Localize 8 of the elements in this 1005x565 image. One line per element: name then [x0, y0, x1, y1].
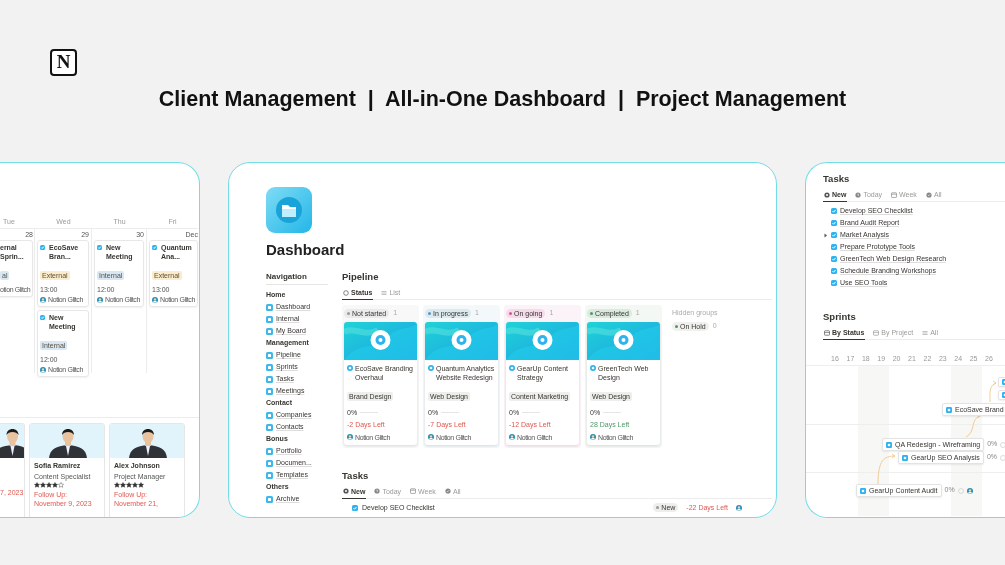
section-title: Pipeline [342, 271, 380, 283]
navigation-heading: Navigation [266, 271, 328, 285]
section-title: Sprints [823, 311, 857, 323]
headline: Client Management | All-in-One Dashboard | Project Management [157, 86, 848, 112]
section-title: Tasks [823, 173, 851, 185]
page-title: Dashboard [266, 241, 346, 259]
section-title: Tasks [342, 469, 370, 482]
notion-logo: N [50, 49, 77, 76]
